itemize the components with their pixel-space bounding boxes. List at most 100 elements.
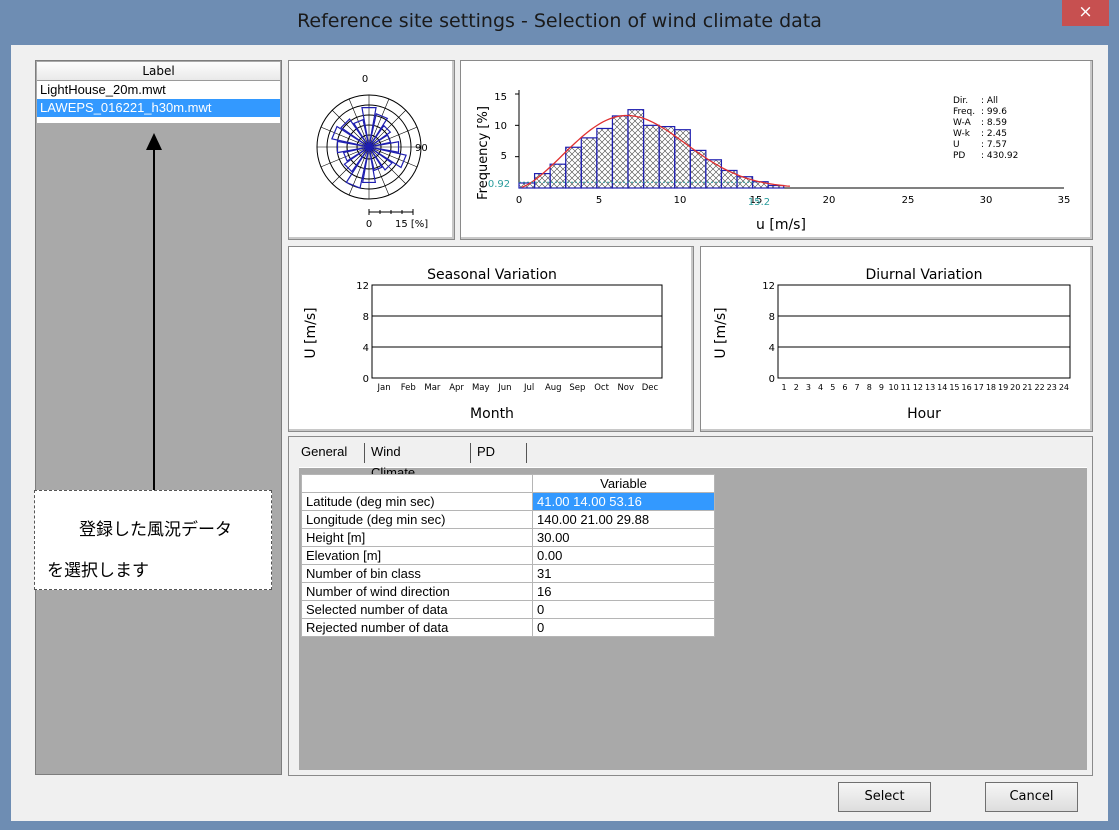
row-key: Number of wind direction: [301, 582, 533, 601]
row-value-selected[interactable]: 41.00 14.00 53.16: [532, 492, 715, 511]
diurnal-ytick: 4: [769, 343, 775, 354]
diurnal-hour-label: 7: [855, 383, 860, 392]
seasonal-month-label: May: [472, 383, 490, 393]
histogram-bar: [596, 127, 614, 189]
diurnal-hour-label: 16: [961, 383, 971, 392]
stat-value: : All: [981, 96, 998, 106]
diurnal-hour-label: 4: [818, 383, 823, 392]
histogram-xlabel: u [m/s]: [756, 217, 806, 233]
diurnal-variation-chart: Diurnal Variation U [m/s] Hour 12 8 4 0 …: [713, 267, 1071, 422]
diurnal-hour-label: 10: [888, 383, 898, 392]
diurnal-hour-label: 15: [949, 383, 959, 392]
diurnal-hour-label: 3: [806, 383, 811, 392]
x-tick-label: 20: [823, 195, 836, 206]
row-key: Selected number of data: [301, 600, 533, 619]
diurnal-hour-label: 21: [1022, 383, 1032, 392]
row-key: Longitude (deg min sec): [301, 510, 533, 529]
row-value[interactable]: 0: [532, 600, 715, 619]
tab-general[interactable]: General: [296, 441, 352, 463]
x-tick-label: 30: [980, 195, 993, 206]
diurnal-ytick: 12: [762, 281, 775, 292]
stat-value: : 7.57: [981, 140, 1007, 150]
diurnal-hour-label: 19: [998, 383, 1008, 392]
row-value[interactable]: 140.00 21.00 29.88: [532, 510, 715, 529]
rose-east-label: 90: [415, 143, 428, 154]
x-tick-label: 10: [674, 195, 687, 206]
histogram-bar: [549, 163, 567, 189]
seasonal-month-label: Nov: [617, 383, 634, 393]
right-marker-label: 15.2: [748, 197, 770, 208]
table-row[interactable]: Rejected number of data 0: [301, 618, 715, 637]
seasonal-month-label: Feb: [401, 383, 416, 393]
y-tick-label: 5: [501, 151, 507, 162]
diurnal-hour-label: 22: [1034, 383, 1044, 392]
select-button[interactable]: Select: [838, 782, 931, 812]
left-marker-label: 0.92: [488, 179, 510, 190]
diurnal-hour-label: 17: [974, 383, 984, 392]
row-value[interactable]: 16: [532, 582, 715, 601]
stat-value: : 8.59: [981, 118, 1007, 128]
table-row[interactable]: Latitude (deg min sec) 41.00 14.00 53.16: [301, 492, 715, 511]
seasonal-month-label: Dec: [642, 383, 659, 393]
diurnal-hour-label: 1: [782, 383, 787, 392]
seasonal-month-label: Jun: [497, 383, 511, 393]
callout-text-line2: を選択します: [47, 561, 149, 581]
wind-rose-chart: 0 90 0 15 [%]: [316, 74, 428, 230]
table-header-cell: Variable: [532, 474, 715, 493]
stat-value: : 99.6: [981, 107, 1007, 117]
cancel-button[interactable]: Cancel: [985, 782, 1078, 812]
diurnal-ytick: 8: [769, 312, 775, 323]
histogram-bar: [611, 115, 629, 189]
table-row[interactable]: Selected number of data 0: [301, 600, 715, 619]
seasonal-variation-panel: Seasonal Variation U [m/s] Month 12 8 4 …: [288, 246, 694, 432]
frequency-histogram: Frequency [%] u [m/s] 15 10 5 0 5 10 15 …: [476, 90, 1071, 233]
rose-north-label: 0: [362, 74, 368, 85]
diurnal-hour-label: 24: [1059, 383, 1069, 392]
row-value[interactable]: 30.00: [532, 528, 715, 547]
stat-value: : 430.92: [981, 151, 1018, 161]
histogram-bar: [642, 124, 660, 189]
seasonal-month-label: Apr: [449, 383, 464, 393]
diurnal-ytick: 0: [769, 374, 775, 385]
tab-wind-climate[interactable]: Wind Climate: [366, 441, 420, 480]
row-value[interactable]: 0.00: [532, 546, 715, 565]
stat-key: W-k: [953, 129, 971, 139]
diurnal-xlabel: Hour: [907, 406, 941, 422]
seasonal-ytick: 4: [363, 343, 369, 354]
diurnal-hour-label: 5: [830, 383, 835, 392]
diurnal-hour-label: 11: [901, 383, 911, 392]
table-row[interactable]: Elevation [m] 0.00: [301, 546, 715, 565]
row-value[interactable]: 0: [532, 618, 715, 637]
diurnal-ylabel: U [m/s]: [713, 307, 729, 358]
row-key: Elevation [m]: [301, 546, 533, 565]
diurnal-hour-label: 13: [925, 383, 935, 392]
seasonal-month-label: Aug: [545, 383, 562, 393]
seasonal-ytick: 8: [363, 312, 369, 323]
stat-value: : 2.45: [981, 129, 1007, 139]
x-tick-label: 5: [596, 195, 602, 206]
table-row[interactable]: Number of wind direction 16: [301, 582, 715, 601]
diurnal-title: Diurnal Variation: [866, 267, 983, 283]
stat-key: W-A: [953, 118, 972, 128]
diurnal-hour-label: 6: [842, 383, 847, 392]
row-value[interactable]: 31: [532, 564, 715, 583]
x-tick-label: 35: [1058, 195, 1071, 206]
callout-text-line1: 登録した風況データ: [79, 520, 232, 540]
seasonal-month-label: Jul: [523, 383, 534, 393]
diurnal-hour-label: 23: [1047, 383, 1057, 392]
table-row[interactable]: Longitude (deg min sec) 140.00 21.00 29.8…: [301, 510, 715, 529]
table-row[interactable]: Height [m] 30.00: [301, 528, 715, 547]
table-row[interactable]: Number of bin class 31: [301, 564, 715, 583]
diurnal-hour-label: 18: [986, 383, 996, 392]
histogram-bar: [580, 137, 598, 189]
y-tick-label: 15: [494, 92, 507, 103]
y-tick-label: 10: [494, 121, 507, 132]
wind-rose-panel: 0 90 0 15 [%]: [288, 60, 455, 240]
row-key: Latitude (deg min sec): [301, 492, 533, 511]
row-key: Rejected number of data: [301, 618, 533, 637]
diurnal-hour-label: 2: [794, 383, 799, 392]
diurnal-hour-label: 12: [913, 383, 923, 392]
tab-pd[interactable]: PD: [472, 441, 500, 463]
row-key: Number of bin class: [301, 564, 533, 583]
seasonal-month-label: Sep: [569, 383, 585, 393]
